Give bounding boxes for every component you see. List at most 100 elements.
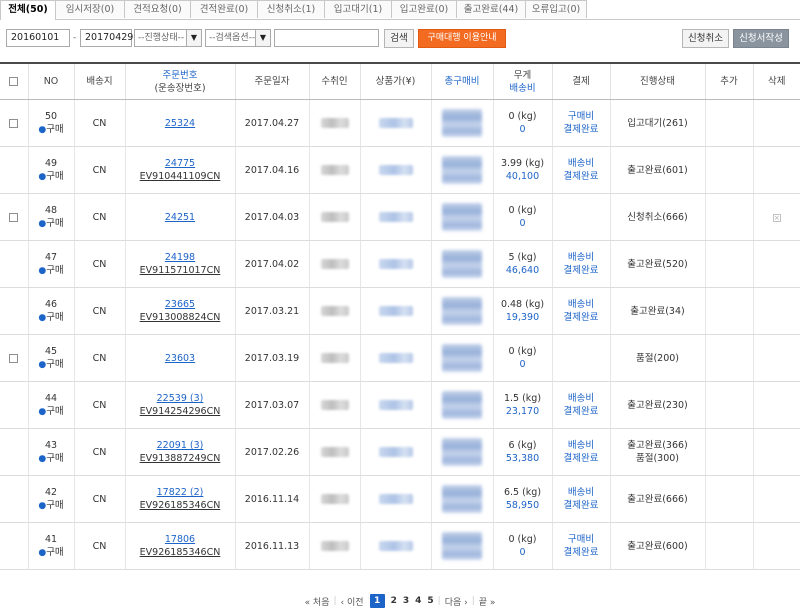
row-ship-fee[interactable]: 0: [494, 358, 552, 371]
payment-type[interactable]: 배송비: [553, 486, 610, 499]
tracking-number-link[interactable]: EV926185346CN: [126, 499, 235, 512]
tracking-number-link[interactable]: EV926185346CN: [126, 546, 235, 559]
row-receiver: [308, 287, 360, 335]
payment-type[interactable]: 배송비: [553, 439, 610, 452]
redacted-price: [378, 353, 413, 363]
order-number-link[interactable]: 24251: [126, 211, 235, 224]
order-number-link[interactable]: 22091 (3): [126, 439, 235, 452]
close-icon[interactable]: ×: [772, 213, 781, 222]
payment-status: 결제완료: [563, 171, 599, 182]
order-number-link[interactable]: 25324: [126, 117, 235, 130]
row-ship-fee[interactable]: 0: [494, 546, 552, 559]
page-link-4[interactable]: 4: [415, 596, 421, 606]
tracking-number-link[interactable]: EV913887249CN: [126, 452, 235, 465]
first-page-link[interactable]: « 처음: [305, 595, 330, 608]
option-select[interactable]: --검색옵션-- ▼: [205, 29, 271, 47]
payment-type[interactable]: 배송비: [553, 392, 610, 405]
row-total: [430, 193, 493, 241]
order-number-link[interactable]: 22539 (3): [126, 392, 235, 405]
row-payment-cell: 구매비 결제완료: [551, 99, 610, 147]
row-ship-fee[interactable]: 23,170: [494, 405, 552, 418]
row-price: [359, 193, 431, 241]
page-link-2[interactable]: 2: [391, 596, 397, 606]
payment-type[interactable]: 배송비: [553, 251, 610, 264]
page-link-3[interactable]: 3: [403, 596, 409, 606]
header-receiver: 수취인: [308, 62, 360, 100]
header-order-no[interactable]: 주문번호 (운송장번호): [124, 62, 235, 100]
tab-2[interactable]: 견적요청(0): [124, 0, 191, 18]
order-number-link[interactable]: 23603: [126, 352, 235, 365]
header-order-date: 주문일자: [234, 62, 309, 100]
row-no: 45: [44, 345, 58, 357]
row-weight-cell: 3.99 (kg) 40,100: [492, 146, 552, 194]
tab-1[interactable]: 임시저장(0): [55, 0, 125, 18]
order-number-link[interactable]: 17822 (2): [126, 486, 235, 499]
row-ship-fee[interactable]: 53,380: [494, 452, 552, 465]
redacted-receiver: [320, 306, 349, 316]
tab-0[interactable]: 전체(50): [0, 0, 56, 20]
tab-5[interactable]: 입고대기(1): [324, 0, 392, 18]
payment-type[interactable]: 구매비: [553, 533, 610, 546]
tab-4[interactable]: 신청취소(1): [257, 0, 325, 18]
search-input[interactable]: [274, 29, 379, 47]
row-checkbox[interactable]: [9, 212, 19, 222]
row-payment-cell: 배송비 결제완료: [551, 287, 610, 335]
row-select-cell: [0, 475, 28, 523]
row-checkbox[interactable]: [9, 118, 19, 128]
tracking-number-link[interactable]: EV910441109CN: [126, 170, 235, 183]
tab-6[interactable]: 입고완료(0): [391, 0, 457, 18]
next-page-link[interactable]: 다음 ›: [445, 595, 468, 608]
row-select-cell: [0, 193, 28, 241]
payment-type[interactable]: 배송비: [553, 298, 610, 311]
header-total[interactable]: 총구매비: [430, 62, 493, 100]
row-weight-cell: 0 (kg) 0: [492, 193, 552, 241]
order-number-link[interactable]: 24775: [126, 157, 235, 170]
order-number-link[interactable]: 24198: [126, 251, 235, 264]
date-from-input[interactable]: 20160101: [6, 29, 70, 47]
row-ship-fee[interactable]: 19,390: [494, 311, 552, 324]
row-ship-fee[interactable]: 0: [494, 217, 552, 230]
row-date: 2017.03.21: [234, 287, 309, 335]
bullet-icon: ●: [38, 547, 47, 558]
row-date: 2017.04.02: [234, 240, 309, 288]
row-type-label: 구매: [46, 358, 64, 370]
tracking-number-link[interactable]: EV914254296CN: [126, 405, 235, 418]
purchase-guide-button[interactable]: 구매대행 이용안내: [418, 29, 506, 48]
order-number-link[interactable]: 17806: [126, 533, 235, 546]
tracking-number-link[interactable]: EV911571017CN: [126, 264, 235, 277]
header-ship-fee-label[interactable]: 배송비: [494, 82, 552, 95]
row-order-cell: 17806 EV926185346CN: [124, 522, 235, 570]
tracking-number-link[interactable]: EV913008824CN: [126, 311, 235, 324]
row-ship-fee[interactable]: 0: [494, 123, 552, 136]
prev-page-link[interactable]: ‹ 이전: [341, 595, 364, 608]
row-total: [430, 522, 493, 570]
search-button[interactable]: 검색: [384, 29, 414, 48]
last-page-link[interactable]: 끝 »: [479, 595, 496, 608]
cancel-request-button[interactable]: 신청취소: [682, 29, 729, 48]
row-delete-cell: [752, 240, 800, 288]
row-delete-cell: [752, 428, 800, 476]
page-link-1[interactable]: 1: [369, 594, 385, 608]
order-number-link[interactable]: 23665: [126, 298, 235, 311]
row-receiver: [308, 193, 360, 241]
chevron-down-icon: ▼: [186, 30, 201, 46]
select-all-checkbox[interactable]: [9, 77, 19, 86]
date-to-input[interactable]: 20170429: [80, 29, 133, 47]
tab-8[interactable]: 오류입고(0): [525, 0, 587, 18]
payment-type[interactable]: 구매비: [553, 110, 610, 123]
write-request-button[interactable]: 신청서작성: [733, 29, 789, 48]
tab-3[interactable]: 견적완료(0): [190, 0, 258, 18]
payment-status: 결제완료: [563, 124, 599, 135]
row-weight-cell: 0 (kg) 0: [492, 522, 552, 570]
status-select[interactable]: --진행상태-- ▼: [134, 29, 202, 47]
row-ship-fee[interactable]: 40,100: [494, 170, 552, 183]
row-no-cell: 49 ●구매: [27, 146, 74, 194]
row-checkbox[interactable]: [9, 353, 19, 363]
row-ship-fee[interactable]: 58,950: [494, 499, 552, 512]
page-link-5[interactable]: 5: [427, 596, 433, 606]
row-ship-fee[interactable]: 46,640: [494, 264, 552, 277]
bullet-icon: ●: [38, 406, 47, 417]
header-select-all[interactable]: [0, 62, 28, 100]
tab-7[interactable]: 출고완료(44): [456, 0, 526, 18]
payment-type[interactable]: 배송비: [553, 157, 610, 170]
